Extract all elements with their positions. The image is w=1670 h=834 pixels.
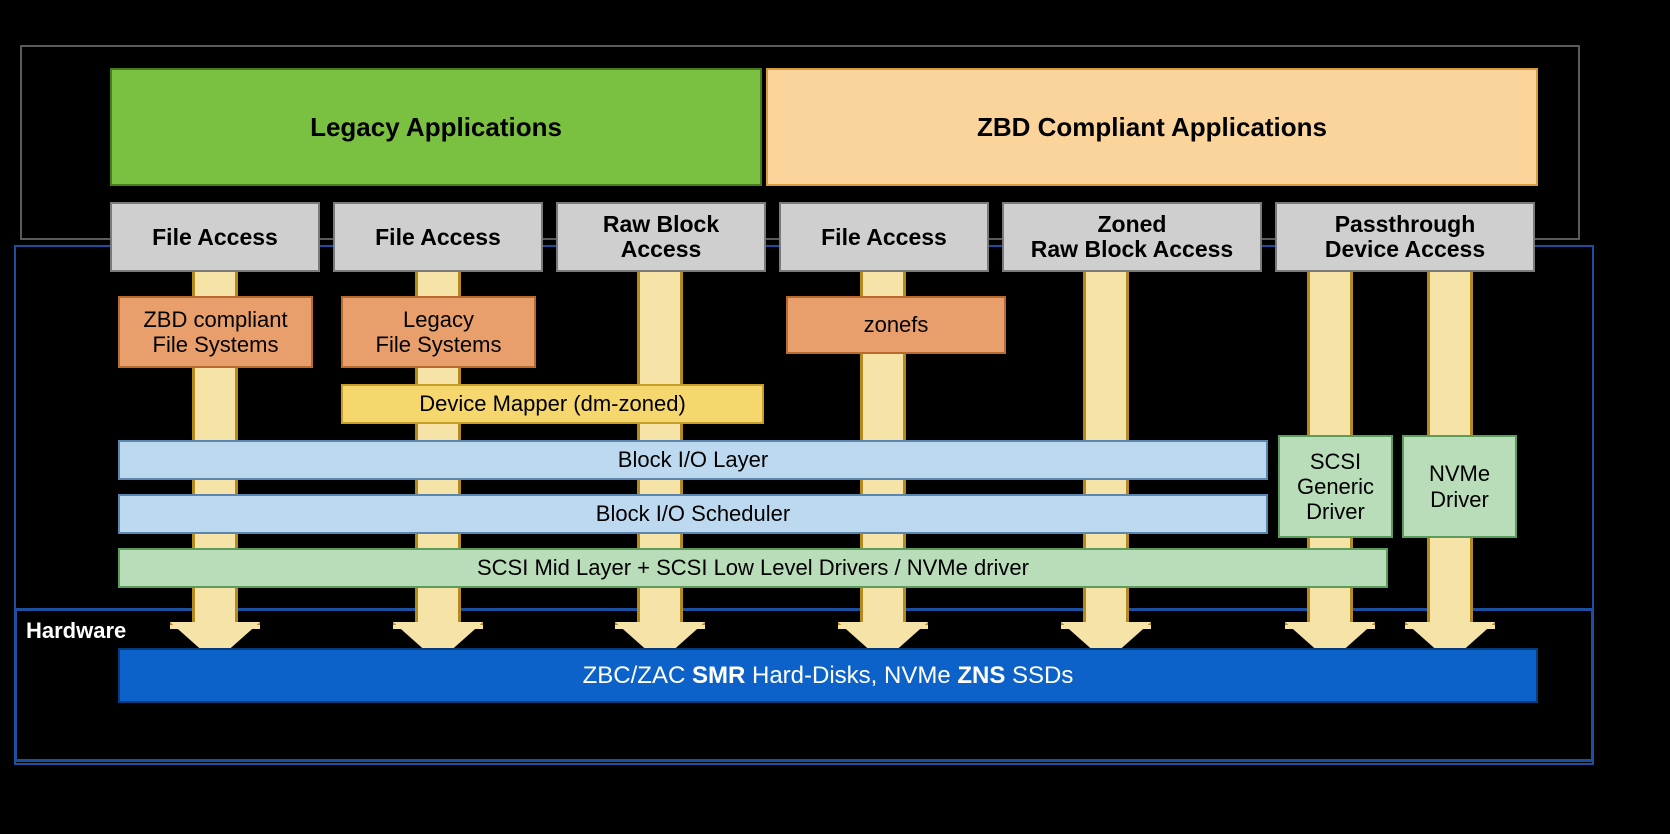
block-nvme-driver: NVMe Driver	[1402, 435, 1517, 538]
diagram-canvas: Legacy Applications ZBD Compliant Applic…	[0, 0, 1670, 834]
label-access-5: Zoned Raw Block Access	[1031, 212, 1233, 263]
block-access-1: File Access	[110, 202, 320, 272]
label-access-3: Raw Block Access	[603, 212, 719, 263]
label-hardware-bar: ZBC/ZAC SMR Hard-Disks, NVMe ZNS SSDs	[583, 662, 1074, 690]
label-legacy-apps: Legacy Applications	[310, 112, 562, 143]
block-legacy-fs: Legacy File Systems	[341, 296, 536, 368]
label-zbd-apps: ZBD Compliant Applications	[977, 112, 1327, 143]
block-scsi-mid: SCSI Mid Layer + SCSI Low Level Drivers …	[118, 548, 1388, 588]
label-scsi-generic: SCSI Generic Driver	[1297, 449, 1374, 525]
block-access-5: Zoned Raw Block Access	[1002, 202, 1262, 272]
hw-text-mid: Hard-Disks, NVMe	[745, 662, 957, 689]
label-access-1: File Access	[152, 224, 278, 251]
hw-text-suffix: SSDs	[1005, 662, 1073, 689]
label-hardware: Hardware	[26, 618, 126, 644]
hw-text-prefix: ZBC/ZAC	[583, 662, 692, 689]
label-legacy-fs: Legacy File Systems	[376, 307, 502, 358]
label-scsi-mid: SCSI Mid Layer + SCSI Low Level Drivers …	[477, 555, 1029, 581]
block-zbd-fs: ZBD compliant File Systems	[118, 296, 313, 368]
label-dm-zoned: Device Mapper (dm-zoned)	[419, 391, 686, 417]
block-access-2: File Access	[333, 202, 543, 272]
label-blk-sched: Block I/O Scheduler	[596, 501, 790, 527]
block-blk-sched: Block I/O Scheduler	[118, 494, 1268, 534]
label-access-2: File Access	[375, 224, 501, 251]
label-zbd-fs: ZBD compliant File Systems	[143, 307, 287, 358]
label-nvme-driver: NVMe Driver	[1429, 461, 1490, 512]
block-zonefs: zonefs	[786, 296, 1006, 354]
block-scsi-generic: SCSI Generic Driver	[1278, 435, 1393, 538]
hw-text-smr: SMR	[692, 662, 745, 689]
block-blk-layer: Block I/O Layer	[118, 440, 1268, 480]
block-access-4: File Access	[779, 202, 989, 272]
label-access-4: File Access	[821, 224, 947, 251]
label-access-6: Passthrough Device Access	[1325, 212, 1485, 263]
block-dm-zoned: Device Mapper (dm-zoned)	[341, 384, 764, 424]
label-blk-layer: Block I/O Layer	[618, 447, 768, 473]
block-access-6: Passthrough Device Access	[1275, 202, 1535, 272]
hw-text-zns: ZNS	[957, 662, 1005, 689]
block-hardware-bar: ZBC/ZAC SMR Hard-Disks, NVMe ZNS SSDs	[118, 648, 1538, 703]
block-legacy-apps: Legacy Applications	[110, 68, 762, 186]
block-access-3: Raw Block Access	[556, 202, 766, 272]
label-zonefs: zonefs	[864, 312, 929, 338]
block-zbd-apps: ZBD Compliant Applications	[766, 68, 1538, 186]
